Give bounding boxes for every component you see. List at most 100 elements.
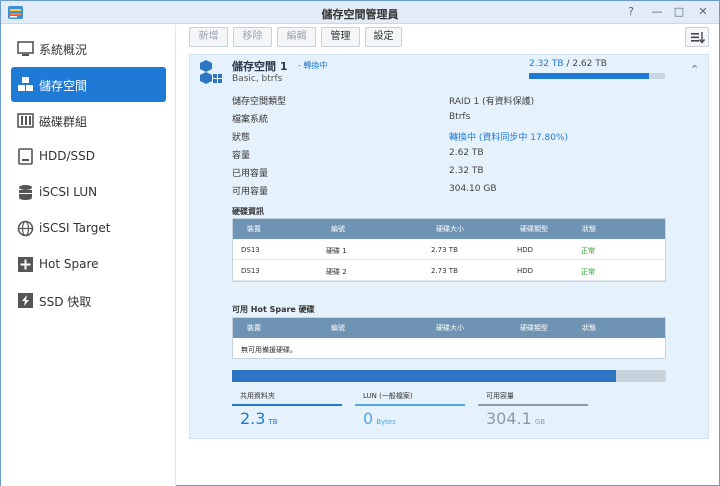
edit-button[interactable]: 編輯: [277, 27, 316, 47]
window-title: 儲存空間管理員: [321, 8, 399, 21]
stat-label: 可用容量: [486, 392, 514, 400]
prop-label: 儲存空間類型: [232, 97, 287, 107]
column-header[interactable]: 硬碟類型: [520, 224, 548, 234]
prop-value: RAID 1 (有資料保護): [449, 97, 535, 107]
app-window: 儲存空間管理員 ? — □ ✕ 系統概況 儲存空間 磁碟群組 HDD/SSD i…: [0, 0, 720, 486]
prop-value: 2.32 TB: [449, 166, 484, 176]
prop-label: 檔案系統: [232, 115, 269, 125]
column-header[interactable]: 編號: [331, 323, 345, 333]
table-row[interactable]: DS13 硬碟 1 2.73 TB HDD 正常: [233, 239, 665, 260]
minimize-icon[interactable]: —: [649, 5, 665, 19]
ssd-cache-icon: [18, 293, 33, 308]
sidebar-item-label: iSCSI LUN: [39, 185, 98, 199]
sidebar-item-label: 儲存空間: [39, 79, 88, 93]
volume-icon: [18, 77, 33, 91]
stat-value: 304.1 GB: [486, 409, 545, 428]
help-icon[interactable]: ?: [623, 5, 639, 19]
sidebar-item-iscsi-target[interactable]: iSCSI Target: [11, 211, 166, 246]
column-header[interactable]: 硬碟大小: [436, 323, 464, 333]
column-header[interactable]: 硬碟大小: [436, 224, 464, 234]
sidebar-item-label: SSD 快取: [39, 295, 92, 309]
sidebar-item-disk-group[interactable]: 磁碟群組: [11, 103, 166, 138]
sidebar-item-iscsi-lun[interactable]: iSCSI LUN: [11, 175, 166, 210]
stat-number: 2.3: [240, 409, 266, 428]
table-header: 裝置 編號 硬碟大小 硬碟類型 狀態: [233, 318, 665, 338]
stat-free-capacity: 可用容量 304.1 GB: [478, 391, 588, 431]
total-capacity: 2.62 TB: [572, 59, 607, 69]
cell-device: DS13: [241, 267, 260, 275]
sidebar: 系統概況 儲存空間 磁碟群組 HDD/SSD iSCSI LUN iSCSI T…: [1, 25, 176, 486]
stat-number: 304.1: [486, 409, 532, 428]
cell-id: 硬碟 1: [326, 247, 347, 255]
remove-button[interactable]: 移除: [233, 27, 272, 47]
sidebar-item-volume[interactable]: 儲存空間: [11, 67, 166, 102]
manage-button[interactable]: 管理: [321, 27, 360, 47]
stat-unit: TB: [268, 418, 278, 426]
volume-icon: [200, 60, 222, 84]
hdd-icon: [18, 148, 33, 165]
stat-shared-folder: 共用資料夾 2.3 TB: [232, 391, 342, 431]
empty-message: 無可用備援硬碟。: [241, 346, 297, 354]
stat-number: 0: [363, 409, 374, 428]
stat-value: 2.3 TB: [240, 409, 278, 428]
column-header[interactable]: 狀態: [582, 224, 596, 234]
table-header: 裝置 編號 硬碟大小 硬碟類型 狀態: [233, 219, 665, 239]
sidebar-item-label: 系統概況: [39, 43, 88, 57]
cell-id: 硬碟 2: [326, 268, 347, 276]
title-bar: 儲存空間管理員 ? — □ ✕: [1, 1, 719, 24]
disk-group-icon: [17, 113, 34, 128]
collapse-chevron-icon[interactable]: ⌃: [690, 64, 702, 76]
sort-icon: [691, 32, 706, 44]
stat-value: 0 Bytes: [363, 409, 396, 428]
sidebar-item-ssd-cache[interactable]: SSD 快取: [11, 283, 166, 318]
prop-value: 2.62 TB: [449, 148, 484, 158]
prop-label: 容量: [232, 151, 251, 161]
volume-subtitle: Basic, btrfs: [232, 74, 283, 84]
prop-label: 狀態: [232, 133, 251, 143]
table-row[interactable]: DS13 硬碟 2 2.73 TB HDD 正常: [233, 260, 665, 281]
hot-spare-icon: [18, 257, 33, 272]
capacity-fill: [232, 370, 617, 382]
prop-value: Btrfs: [449, 112, 471, 122]
sidebar-item-hot-spare[interactable]: Hot Spare: [11, 247, 166, 282]
prop-label: 已用容量: [232, 169, 269, 179]
empty-row: 無可用備援硬碟。: [233, 338, 665, 359]
maximize-icon[interactable]: □: [671, 5, 687, 19]
close-icon[interactable]: ✕: [695, 5, 711, 19]
stat-underline: [232, 404, 342, 406]
volume-usage-bar: [529, 73, 665, 79]
stat-underline: [478, 404, 588, 406]
overview-icon: [17, 41, 34, 56]
disk-info-table: 裝置 編號 硬碟大小 硬碟類型 狀態 DS13 硬碟 1 2.73 TB HDD…: [232, 218, 666, 282]
volume-usage-text: 2.32 TB / 2.62 TB: [529, 59, 607, 69]
prop-label: 可用容量: [232, 187, 269, 197]
volume-status-tag: - 轉換中: [298, 61, 328, 70]
stat-lun: LUN (一般檔案) 0 Bytes: [355, 391, 465, 431]
cell-device: DS13: [241, 246, 260, 254]
sidebar-item-label: Hot Spare: [39, 257, 99, 271]
toolbar: 新增 移除 編輯 管理 設定: [189, 27, 709, 47]
stat-label: 共用資料夾: [240, 392, 275, 400]
volume-usage-fill: [529, 73, 650, 79]
prop-value-status: 轉換中 (資料同步中 17.80%): [449, 133, 569, 143]
cell-size: 2.73 TB: [431, 246, 458, 254]
cell-size: 2.73 TB: [431, 267, 458, 275]
iscsi-lun-icon: [19, 185, 32, 200]
capacity-bar: [232, 370, 666, 382]
sidebar-item-label: iSCSI Target: [39, 221, 111, 235]
disk-info-title: 硬碟資訊: [232, 207, 264, 216]
stat-unit: GB: [534, 418, 546, 426]
column-header[interactable]: 編號: [331, 224, 345, 234]
create-button[interactable]: 新增: [189, 27, 228, 47]
column-header[interactable]: 裝置: [247, 224, 261, 234]
column-header[interactable]: 狀態: [582, 323, 596, 333]
column-header[interactable]: 裝置: [247, 323, 261, 333]
cell-type: HDD: [517, 246, 534, 254]
sidebar-item-hdd-ssd[interactable]: HDD/SSD: [11, 139, 166, 174]
sort-button[interactable]: [685, 27, 709, 47]
settings-button[interactable]: 設定: [365, 27, 402, 47]
hot-spare-title: 可用 Hot Spare 硬碟: [232, 305, 315, 314]
sidebar-item-label: HDD/SSD: [39, 149, 96, 163]
column-header[interactable]: 硬碟類型: [520, 323, 548, 333]
sidebar-item-overview[interactable]: 系統概況: [11, 31, 166, 66]
